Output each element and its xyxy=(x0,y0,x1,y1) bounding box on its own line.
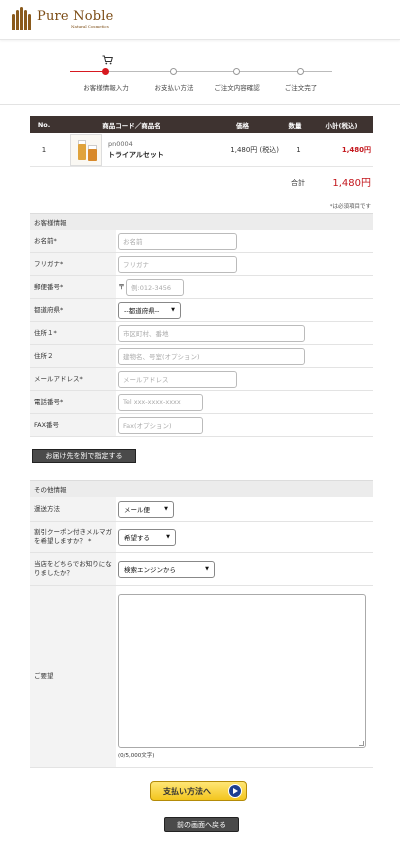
required-note: *は必須項目です xyxy=(329,204,371,210)
cart-table: No. 商品コード／商品名 価格 数量 小計(税込) 1 pn0004 トライア… xyxy=(30,116,373,167)
chevron-down-icon: ▼ xyxy=(171,307,175,313)
step-label-4: ご注文完了 xyxy=(284,84,318,92)
col-price: 価格 xyxy=(236,121,249,130)
brand-logo[interactable]: Pure Noble Natural Cosmetics xyxy=(11,7,114,31)
customer-info-form: お客様情報 お名前* お名前 フリガナ* フリガナ 郵便番号* 〒 例:012-… xyxy=(30,213,373,437)
cart-icon xyxy=(102,55,113,65)
site-header: Pure Noble Natural Cosmetics xyxy=(0,0,400,40)
delivery-label: 運送方法 xyxy=(30,497,116,521)
back-button[interactable]: 前の画面へ戻る xyxy=(164,817,239,832)
step-label-2: お支払い方法 xyxy=(154,84,194,92)
customer-info-heading: お客様情報 xyxy=(30,213,373,230)
table-row: 1 pn0004 トライアルセット 1,480円 (税込) 1 1,480円 xyxy=(30,133,373,167)
chevron-down-icon: ▼ xyxy=(166,534,170,540)
newsletter-label: 割引クーポン付きメルマガを希望しますか？ * xyxy=(30,522,116,552)
col-product: 商品コード／商品名 xyxy=(102,121,161,130)
progress-line-done xyxy=(70,71,106,72)
chevron-down-icon: ▼ xyxy=(164,506,168,512)
brand-tagline: Natural Cosmetics xyxy=(71,23,109,29)
total-value: 1,480円 xyxy=(332,178,371,189)
fax-input[interactable]: Fax(オプション) xyxy=(118,416,203,434)
step-dot-1 xyxy=(102,68,109,75)
address1-input[interactable]: 市区町村、番地 xyxy=(118,324,305,342)
proceed-to-payment-button[interactable]: 支払い方法へ xyxy=(150,781,247,801)
product-price: 1,480円 (税込) xyxy=(230,145,279,154)
total-label: 合計 xyxy=(291,179,305,187)
prefecture-select[interactable]: --都道府県-- ▼ xyxy=(118,301,181,319)
checkout-progress: お客様情報入力 お支払い方法 ご注文内容確認 ご注文完了 xyxy=(0,52,400,94)
step-dot-3 xyxy=(233,68,240,75)
resize-grip-icon[interactable] xyxy=(359,741,364,746)
kana-input[interactable]: フリガナ xyxy=(118,255,237,273)
address1-label: 住所１* xyxy=(30,322,116,344)
request-textarea[interactable] xyxy=(118,594,366,748)
newsletter-select[interactable]: 希望する ▼ xyxy=(118,528,176,546)
tel-input[interactable]: Tel xxx-xxxx-xxxx xyxy=(118,393,203,411)
col-subtotal: 小計(税込) xyxy=(325,121,358,130)
source-select[interactable]: 検索エンジンから ▼ xyxy=(118,560,215,578)
step-dot-4 xyxy=(297,68,304,75)
step-label-3: ご注文内容確認 xyxy=(214,84,260,92)
address2-input[interactable]: 建物名、号室(オプション) xyxy=(118,347,305,365)
zip-input[interactable]: 例:012-3456 xyxy=(126,278,184,296)
delivery-select[interactable]: メール便 ▼ xyxy=(118,500,174,518)
product-name: トライアルセット xyxy=(108,150,164,159)
total-row: 合計 1,480円 xyxy=(30,171,373,193)
address2-label: 住所２ xyxy=(30,345,116,367)
email-input[interactable]: メールアドレス xyxy=(118,370,237,388)
fax-label: FAX番号 xyxy=(30,414,116,436)
cart-table-header: No. 商品コード／商品名 価格 数量 小計(税込) xyxy=(30,116,373,133)
source-value: 検索エンジンから xyxy=(124,566,176,574)
product-thumbnail[interactable] xyxy=(70,133,102,166)
delivery-value: メール便 xyxy=(124,506,150,514)
arrow-right-icon xyxy=(228,784,242,798)
prefecture-value: --都道府県-- xyxy=(124,307,160,315)
newsletter-value: 希望する xyxy=(124,534,150,542)
other-info-heading: その他情報 xyxy=(30,480,373,497)
email-label: メールアドレス* xyxy=(30,368,116,390)
zip-label: 郵便番号* xyxy=(30,276,116,298)
product-code: pn0004 xyxy=(108,139,133,148)
name-input[interactable]: お名前 xyxy=(118,232,237,250)
tel-label: 電話番号* xyxy=(30,391,116,413)
row-no: 1 xyxy=(41,145,47,154)
col-qty: 数量 xyxy=(288,121,302,130)
divider xyxy=(0,104,400,105)
chevron-down-icon: ▼ xyxy=(205,566,209,572)
ship-to-other-button[interactable]: お届け先を別で指定する xyxy=(32,449,136,463)
product-subtotal: 1,480円 xyxy=(341,145,371,154)
source-label: 当店をどちらでお知りになりましたか？ xyxy=(30,553,116,585)
zip-mark: 〒 xyxy=(118,283,125,291)
request-label: ご要望 xyxy=(30,586,116,767)
logo-mark-icon xyxy=(11,7,33,31)
product-qty: 1 xyxy=(296,145,301,154)
brand-name: Pure Noble xyxy=(37,8,114,24)
step-label-1: お客様情報入力 xyxy=(83,84,129,92)
other-info-form: その他情報 運送方法 メール便 ▼ 割引クーポン付きメルマガを希望しますか？ * … xyxy=(30,480,373,768)
kana-label: フリガナ* xyxy=(30,253,116,275)
name-label: お名前* xyxy=(30,230,116,252)
step-dot-2 xyxy=(170,68,177,75)
col-no: No. xyxy=(37,120,51,129)
char-count: (0/5,000文字) xyxy=(118,753,155,759)
pay-button-label: 支払い方法へ xyxy=(163,786,211,796)
pref-label: 都道府県* xyxy=(30,299,116,321)
